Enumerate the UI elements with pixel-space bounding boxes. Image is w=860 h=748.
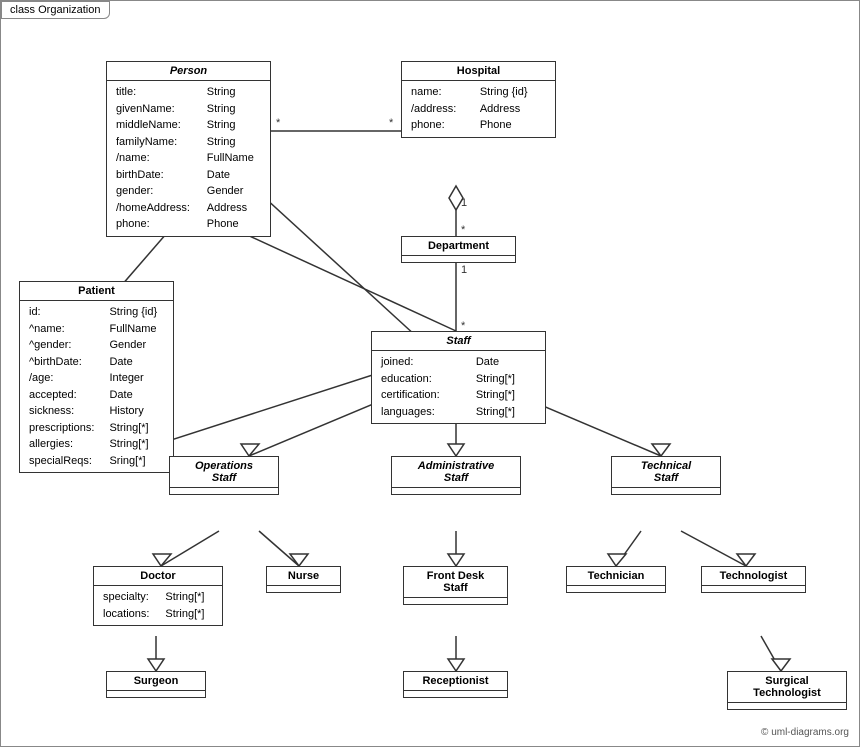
- class-technologist-header: Technologist: [702, 567, 805, 586]
- class-technical-staff-header: TechnicalStaff: [612, 457, 720, 488]
- class-staff-body: joined:Date education:String[*] certific…: [372, 351, 545, 423]
- class-doctor: Doctor specialty:String[*] locations:Str…: [93, 566, 223, 626]
- class-surgical-technologist-body: [728, 703, 846, 709]
- class-surgeon-header: Surgeon: [107, 672, 205, 691]
- class-operations-staff-header: OperationsStaff: [170, 457, 278, 488]
- class-administrative-staff-body: [392, 488, 520, 494]
- class-department: Department: [401, 236, 516, 263]
- class-patient-header: Patient: [20, 282, 173, 301]
- class-technical-staff: TechnicalStaff: [611, 456, 721, 495]
- class-front-desk-staff-body: [404, 598, 507, 604]
- svg-text:*: *: [389, 117, 394, 129]
- class-receptionist-body: [404, 691, 507, 697]
- class-surgical-technologist: SurgicalTechnologist: [727, 671, 847, 710]
- class-person: Person title:String givenName:String mid…: [106, 61, 271, 237]
- class-doctor-header: Doctor: [94, 567, 222, 586]
- class-department-body: [402, 256, 515, 262]
- class-hospital-header: Hospital: [402, 62, 555, 81]
- class-hospital-body: name:String {id} /address:Address phone:…: [402, 81, 555, 137]
- class-technician-header: Technician: [567, 567, 665, 586]
- diagram-title: class Organization: [1, 1, 110, 19]
- class-patient: Patient id:String {id} ^name:FullName ^g…: [19, 281, 174, 473]
- class-front-desk-staff-header: Front DeskStaff: [404, 567, 507, 598]
- class-person-body: title:String givenName:String middleName…: [107, 81, 270, 236]
- copyright: © uml-diagrams.org: [761, 727, 849, 738]
- svg-text:*: *: [276, 117, 281, 129]
- class-technologist-body: [702, 586, 805, 592]
- class-technician-body: [567, 586, 665, 592]
- class-doctor-body: specialty:String[*] locations:String[*]: [94, 586, 222, 625]
- class-front-desk-staff: Front DeskStaff: [403, 566, 508, 605]
- class-administrative-staff: AdministrativeStaff: [391, 456, 521, 495]
- class-technician: Technician: [566, 566, 666, 593]
- diagram-container: class Organization * * 1 * 1 *: [0, 0, 860, 747]
- svg-text:1: 1: [461, 197, 467, 209]
- class-hospital: Hospital name:String {id} /address:Addre…: [401, 61, 556, 138]
- class-receptionist-header: Receptionist: [404, 672, 507, 691]
- class-administrative-staff-header: AdministrativeStaff: [392, 457, 520, 488]
- class-person-header: Person: [107, 62, 270, 81]
- class-surgeon: Surgeon: [106, 671, 206, 698]
- class-operations-staff: OperationsStaff: [169, 456, 279, 495]
- svg-text:*: *: [461, 224, 466, 236]
- class-staff: Staff joined:Date education:String[*] ce…: [371, 331, 546, 424]
- class-technical-staff-body: [612, 488, 720, 494]
- class-department-header: Department: [402, 237, 515, 256]
- class-patient-body: id:String {id} ^name:FullName ^gender:Ge…: [20, 301, 173, 472]
- svg-text:1: 1: [461, 264, 467, 276]
- class-operations-staff-body: [170, 488, 278, 494]
- class-surgeon-body: [107, 691, 205, 697]
- class-surgical-technologist-header: SurgicalTechnologist: [728, 672, 846, 703]
- class-nurse: Nurse: [266, 566, 341, 593]
- class-technologist: Technologist: [701, 566, 806, 593]
- class-receptionist: Receptionist: [403, 671, 508, 698]
- class-nurse-header: Nurse: [267, 567, 340, 586]
- class-nurse-body: [267, 586, 340, 592]
- class-staff-header: Staff: [372, 332, 545, 351]
